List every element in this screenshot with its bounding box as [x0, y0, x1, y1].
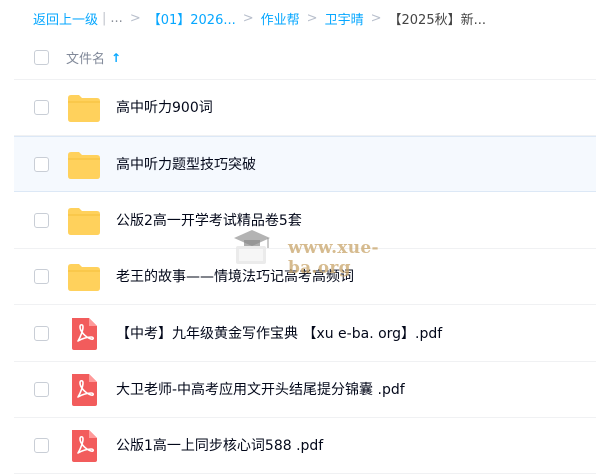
select-all-checkbox[interactable] — [34, 50, 49, 65]
file-row[interactable]: 公版1高一上同步核心词588 .pdf — [14, 418, 596, 474]
breadcrumb-item-zuoyebang[interactable]: 作业帮 — [261, 9, 300, 28]
row-checkbox[interactable] — [34, 269, 49, 285]
folder-row[interactable]: 高中听力900词 — [14, 80, 596, 136]
folder-icon — [67, 149, 101, 181]
filename-column-header[interactable]: 文件名 ↑ — [66, 48, 122, 68]
breadcrumb-separator: > — [306, 10, 318, 26]
row-checkbox[interactable] — [34, 157, 49, 173]
folder-row[interactable]: 老王的故事——情境法巧记高考高频词 — [14, 249, 596, 306]
folder-row[interactable]: 公版2高一开学考试精品卷5套 — [14, 193, 596, 249]
sort-ascending-icon: ↑ — [111, 50, 122, 65]
file-name[interactable]: 大卫老师-中高考应用文开头结尾提分锦囊 .pdf — [116, 362, 405, 418]
row-checkbox[interactable] — [34, 212, 49, 228]
breadcrumb-separator: > — [242, 10, 254, 26]
row-checkbox[interactable] — [34, 382, 49, 397]
folder-icon — [67, 92, 101, 124]
pdf-icon — [67, 430, 101, 463]
breadcrumb-item-weiyuqing[interactable]: 卫宇晴 — [325, 9, 364, 28]
file-name[interactable]: 高中听力900词 — [116, 80, 213, 136]
breadcrumb-current: 【2025秋】新... — [388, 12, 486, 28]
file-list-header: 文件名 ↑ — [14, 36, 596, 80]
row-checkbox[interactable] — [34, 325, 49, 341]
pdf-icon — [67, 374, 101, 406]
folder-icon — [67, 261, 101, 293]
row-checkbox[interactable] — [34, 438, 49, 454]
file-name[interactable]: 公版1高一上同步核心词588 .pdf — [116, 418, 323, 474]
file-row[interactable]: 【中考】九年级黄金写作宝典 【xu e-ba. org】.pdf — [14, 306, 596, 362]
breadcrumb-separator: > — [370, 10, 382, 26]
breadcrumb-item-2026[interactable]: 【01】2026... — [148, 9, 236, 28]
file-name[interactable]: 公版2高一开学考试精品卷5套 — [116, 193, 302, 249]
file-row[interactable]: 大卫老师-中高考应用文开头结尾提分锦囊 .pdf — [14, 362, 596, 418]
breadcrumb-divider: | — [102, 10, 107, 26]
folder-row[interactable]: 高中听力题型技巧突破 — [14, 136, 596, 193]
breadcrumb-separator: > — [129, 10, 141, 26]
back-link[interactable]: 返回上一级 — [33, 9, 98, 28]
pdf-icon — [67, 317, 101, 350]
file-name[interactable]: 老王的故事——情境法巧记高考高频词 — [116, 249, 354, 305]
breadcrumb: 返回上一级 | ... > 【01】2026... > 作业帮 > 卫宇晴 > … — [0, 0, 596, 36]
file-name[interactable]: 高中听力题型技巧突破 — [116, 137, 256, 193]
filename-column-label: 文件名 — [66, 52, 106, 67]
folder-icon — [67, 205, 101, 237]
breadcrumb-ellipsis[interactable]: ... — [110, 11, 122, 26]
file-name[interactable]: 【中考】九年级黄金写作宝典 【xu e-ba. org】.pdf — [116, 306, 442, 362]
row-checkbox[interactable] — [34, 100, 49, 115]
